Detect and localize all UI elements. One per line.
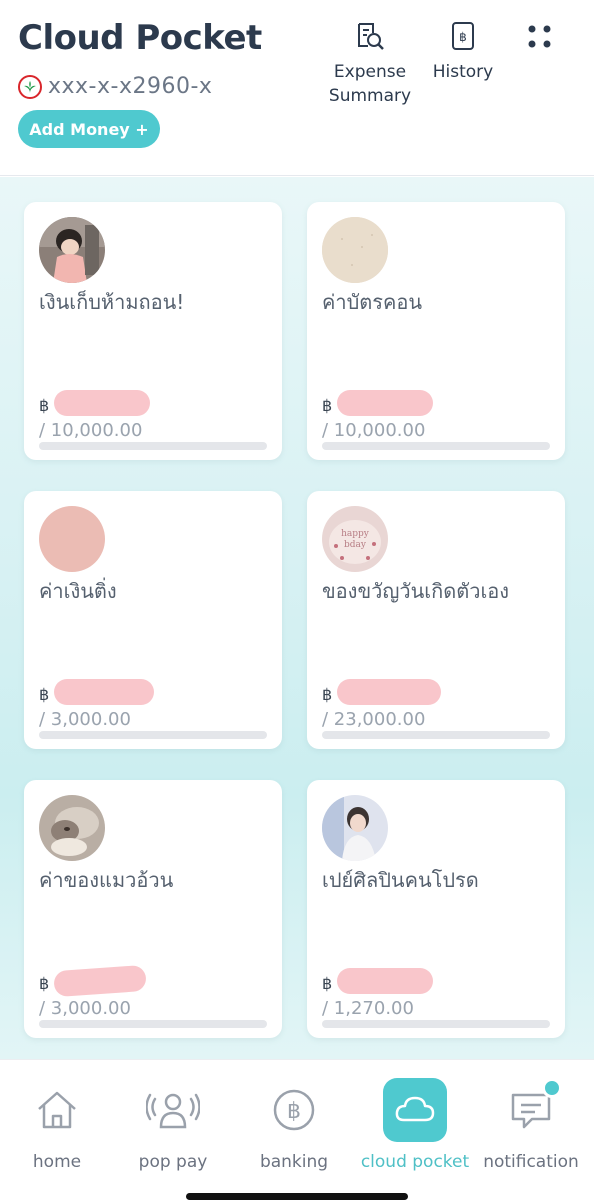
receipt-search-icon [354,20,386,56]
notification-badge [542,1078,562,1098]
nav-item-banking[interactable]: ฿ banking [235,1078,353,1172]
pocket-avatar [39,795,105,861]
baht-book-icon: ฿ [447,20,479,56]
pocket-progress [39,1020,267,1028]
balance-redacted [337,968,433,994]
balance-currency: ฿ [39,685,50,704]
nav-item-pop-pay[interactable]: pop pay [114,1078,232,1172]
svg-text:฿: ฿ [459,30,467,44]
pocket-name: ค่าของแมวอ้วน [39,868,174,892]
more-menu-button[interactable] [522,22,558,56]
kasikorn-logo-icon [18,74,42,99]
baht-coin-icon: ฿ [262,1078,326,1142]
cloud-icon [383,1078,447,1142]
history-button[interactable]: ฿ History [430,20,496,84]
pocket-avatar [322,795,388,861]
pocket-target: / 10,000.00 [39,420,143,441]
pocket-avatar [39,506,105,572]
svg-text:฿: ฿ [287,1099,301,1124]
balance-redacted [337,390,433,416]
account-number: xxx-x-x2960-x [48,74,213,99]
pocket-name: เงินเก็บห้ามถอน! [39,290,185,314]
pocket-name: ค่าบัตรคอน [322,290,423,314]
balance-currency: ฿ [322,685,333,704]
svg-text:happy: happy [341,529,370,539]
pocket-card[interactable]: เปย์ศิลปินคนโปรด ฿ / 1,270.00 [307,780,565,1038]
pocket-target: / 10,000.00 [322,420,426,441]
nav-item-cloud-pocket[interactable]: cloud pocket [356,1078,474,1172]
pocket-grid: เงินเก็บห้ามถอน! ฿ / 10,000.00 ค่าบัตรคอ… [0,177,594,1059]
expense-summary-label: Expense Summary [328,62,412,106]
svg-text:bday: bday [344,540,367,550]
nav-label: notification [483,1152,579,1172]
pocket-progress [39,731,267,739]
balance-currency: ฿ [322,974,333,993]
page-title: Cloud Pocket [18,18,262,58]
more-dots-icon [525,22,555,56]
pocket-avatar [322,217,388,283]
nav-label: pop pay [138,1152,208,1172]
balance-redacted [54,679,154,705]
home-icon [25,1078,89,1142]
home-indicator [186,1193,408,1200]
pocket-target: / 3,000.00 [39,998,131,1019]
nav-label: banking [259,1152,329,1172]
balance-redacted [54,390,150,416]
pocket-progress [322,731,550,739]
balance-currency: ฿ [39,396,50,415]
pocket-name: เปย์ศิลปินคนโปรด [322,868,479,892]
balance-redacted [337,679,441,705]
pocket-target: / 23,000.00 [322,709,426,730]
app-header: Cloud Pocket xxx-x-x2960-x Add Money + E… [0,0,594,176]
pocket-card[interactable]: ค่าเงินติ่ง ฿ / 3,000.00 [24,491,282,749]
pocket-progress [322,1020,550,1028]
pop-pay-icon [141,1078,205,1142]
balance-currency: ฿ [322,396,333,415]
balance-redacted [53,964,147,998]
pocket-name: ค่าเงินติ่ง [39,579,117,603]
pocket-avatar: happy bday [322,506,388,572]
account-row: xxx-x-x2960-x [18,74,212,99]
pocket-card[interactable]: เงินเก็บห้ามถอน! ฿ / 10,000.00 [24,202,282,460]
history-label: History [432,62,494,82]
pocket-card[interactable]: happy bday ของขวัญวันเกิดตัวเอง ฿ / 23,0… [307,491,565,749]
balance-currency: ฿ [39,974,50,993]
add-money-button[interactable]: Add Money + [18,110,160,148]
pocket-card[interactable]: ค่าบัตรคอน ฿ / 10,000.00 [307,202,565,460]
pocket-name: ของขวัญวันเกิดตัวเอง [322,579,510,603]
pocket-target: / 1,270.00 [322,998,414,1019]
bottom-nav: home pop pay ฿ banking cloud pocket noti… [0,1059,594,1200]
expense-summary-button[interactable]: Expense Summary [328,20,412,108]
pocket-target: / 3,000.00 [39,709,131,730]
nav-item-home[interactable]: home [0,1078,116,1172]
nav-label: home [32,1152,82,1172]
pocket-progress [39,442,267,450]
pocket-progress [322,442,550,450]
pocket-card[interactable]: ค่าของแมวอ้วน ฿ / 3,000.00 [24,780,282,1038]
pocket-avatar [39,217,105,283]
nav-item-notification[interactable]: notification [472,1078,590,1172]
nav-label: cloud pocket [360,1152,470,1172]
